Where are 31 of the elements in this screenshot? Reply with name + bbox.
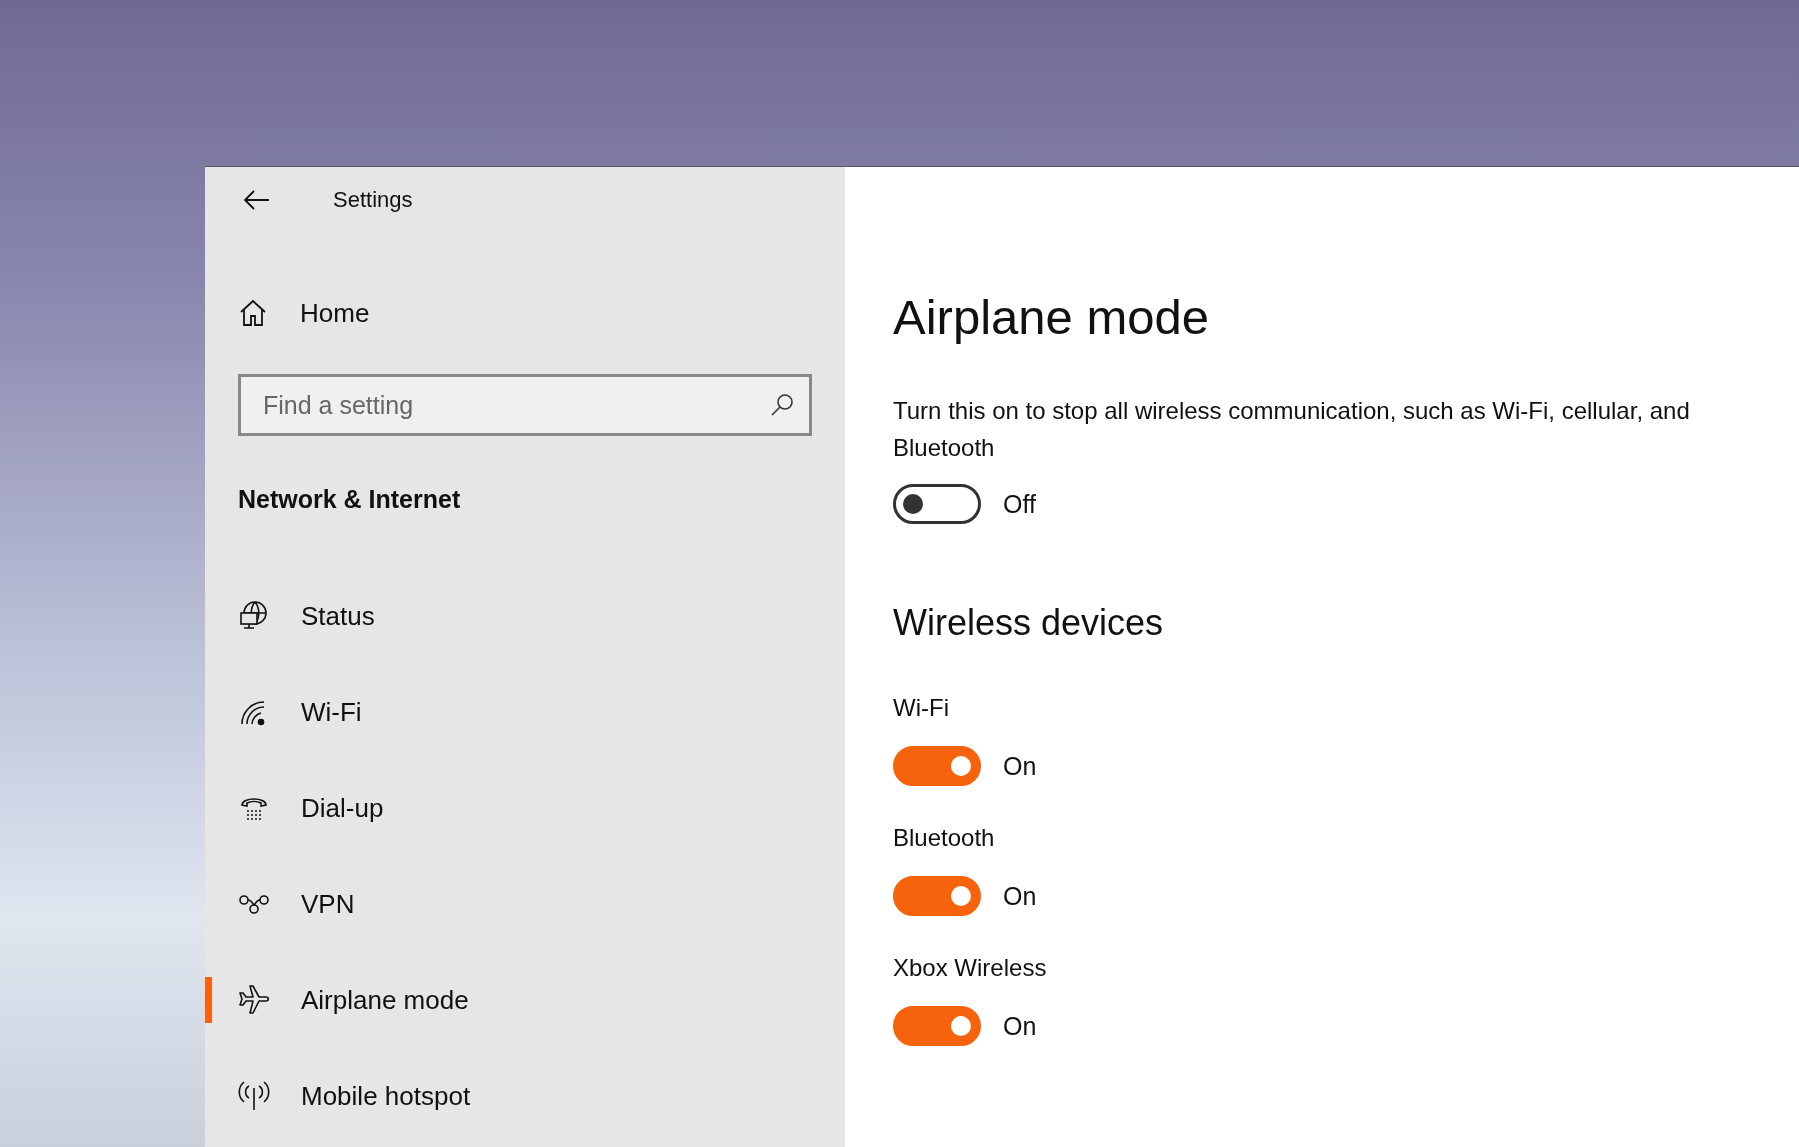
- search-field[interactable]: Find a setting: [238, 374, 812, 436]
- setting-label: Wi-Fi: [893, 694, 949, 722]
- vpn-icon: [238, 892, 270, 916]
- page-title: Airplane mode: [893, 289, 1210, 345]
- toggle-state-label: On: [1003, 751, 1037, 781]
- setting-label: Bluetooth: [893, 824, 995, 852]
- nav-item[interactable]: VPN: [205, 856, 845, 952]
- nav-item[interactable]: Mobile hotspot: [205, 1048, 845, 1144]
- nav-item[interactable]: Dial-up: [205, 760, 845, 856]
- antenna-icon: [238, 1080, 270, 1112]
- section-heading: Network & Internet: [238, 483, 462, 515]
- toggle-switch[interactable]: [893, 484, 981, 524]
- back-arrow-icon: [244, 190, 270, 210]
- nav-item[interactable]: Airplane mode: [205, 952, 845, 1048]
- toggle-switch[interactable]: [893, 876, 981, 916]
- window-title: Settings: [333, 187, 413, 213]
- toggle-state-label: On: [1003, 1011, 1037, 1041]
- home-link[interactable]: Home: [238, 280, 378, 346]
- globe-monitor-icon: [238, 600, 270, 632]
- home-icon: [238, 298, 268, 328]
- nav-item[interactable]: Wi-Fi: [205, 664, 845, 760]
- description-text: Turn this on to stop all wireless communication, such as Wi-Fi, cellular, and Bluetooth: [893, 396, 1691, 463]
- toggle-switch[interactable]: [893, 746, 981, 786]
- nav-item[interactable]: Status: [205, 568, 845, 664]
- airplane-icon: [238, 984, 270, 1016]
- toggle-state-label: Off: [1003, 489, 1036, 519]
- setting-label: Xbox Wireless: [893, 954, 1047, 982]
- toggle-switch[interactable]: [893, 1006, 981, 1046]
- toggle-state-label: On: [1003, 881, 1037, 911]
- search-icon: [770, 393, 794, 417]
- section-heading: Wireless devices: [893, 602, 1165, 644]
